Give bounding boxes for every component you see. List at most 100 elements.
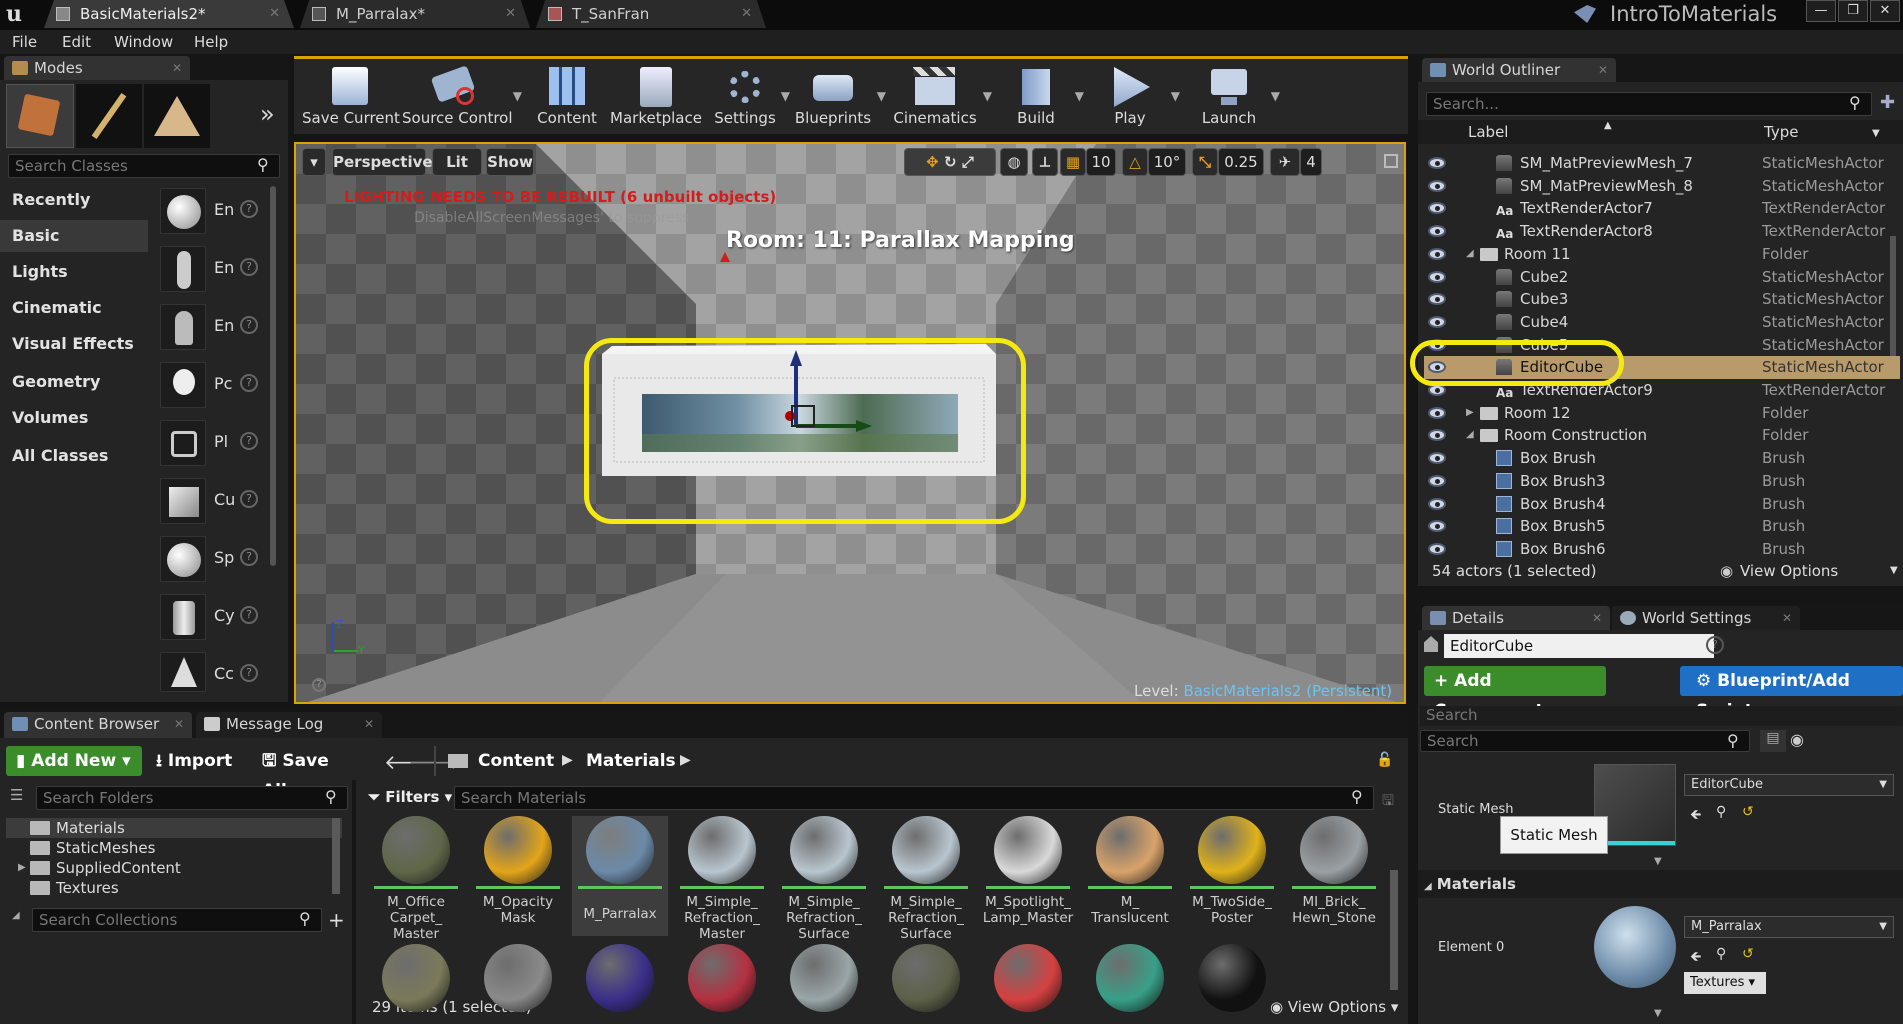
asset-tile[interactable]: M_Simple_ Refraction_ Surface — [776, 816, 872, 942]
camera-speed-value[interactable]: 4 — [1300, 148, 1322, 176]
save-search-icon[interactable]: 🖫 — [1382, 790, 1394, 814]
grid-snap-value[interactable]: 10 — [1086, 148, 1116, 176]
help-icon[interactable]: ? — [240, 490, 258, 508]
asset-tile[interactable]: M_TwoSide_ Poster — [1184, 816, 1280, 936]
show-button[interactable]: Show — [486, 148, 534, 176]
add-collection-icon[interactable]: + — [328, 908, 345, 932]
lock-icon[interactable]: ? — [1706, 636, 1724, 654]
reset-icon[interactable]: ↺ — [1742, 946, 1754, 962]
tab-modes[interactable]: Modes ✕ — [4, 56, 190, 80]
place-item-empty-character[interactable]: En ? — [160, 240, 270, 298]
play-button[interactable]: Play ▼ — [1102, 59, 1180, 131]
chevron-right-icon[interactable]: ▶ — [562, 752, 573, 768]
tab-world-settings[interactable]: World Settings ✕ — [1612, 606, 1800, 630]
blueprints-button[interactable]: Blueprints ▼ — [792, 59, 886, 131]
outliner-row[interactable]: Box Brush3 Brush — [1424, 470, 1900, 493]
tab-message-log[interactable]: Message Log ✕ — [196, 712, 382, 738]
visibility-eye-icon[interactable] — [1428, 452, 1446, 465]
close-icon[interactable]: ✕ — [364, 712, 374, 736]
search-folders-input[interactable]: Search Folders ⚲ — [36, 786, 348, 810]
close-icon[interactable]: ✕ — [1592, 606, 1602, 630]
use-selected-icon[interactable]: 🡸 — [1690, 804, 1701, 828]
collapse-icon[interactable]: ◢ — [12, 910, 20, 921]
reset-icon[interactable]: ↺ — [1742, 804, 1754, 820]
place-item-point-light[interactable]: Pc ? — [160, 356, 270, 414]
category-basic[interactable]: Basic — [0, 220, 148, 252]
build-button[interactable]: Build ▼ — [1006, 59, 1084, 131]
close-icon[interactable]: ✕ — [1782, 606, 1792, 630]
blueprint-add-script-button[interactable]: ⚙ Blueprint/Add Script — [1680, 666, 1903, 721]
outliner-row[interactable]: Cube4 StaticMeshActor — [1424, 311, 1900, 334]
place-item-sphere[interactable]: Sp ? — [160, 530, 270, 588]
perspective-button[interactable]: Perspective — [332, 148, 433, 176]
add-new-button[interactable]: ▮ Add New ▾ — [6, 746, 142, 776]
settings-button[interactable]: Settings ▼ — [710, 59, 790, 131]
close-icon[interactable]: ✕ — [172, 56, 182, 80]
doc-tab-material[interactable]: M_Parralax* ✕ — [300, 0, 530, 28]
material-thumbnail[interactable] — [1096, 944, 1164, 1012]
doc-tab-level[interactable]: BasicMaterials2* ✕ — [44, 0, 294, 28]
rotation-snap-icon[interactable]: △ — [1122, 148, 1148, 176]
asset-tile[interactable]: M_Simple_ Refraction_ Surface — [878, 816, 974, 942]
outliner-row[interactable]: ◢ Room 11 Folder — [1424, 243, 1900, 266]
visibility-eye-icon[interactable] — [1428, 474, 1446, 487]
chevron-down-icon[interactable]: ▼ — [1075, 89, 1084, 103]
category-volumes[interactable]: Volumes — [0, 402, 148, 434]
outliner-row[interactable]: ◢ Room Construction Folder — [1424, 424, 1900, 447]
help-icon[interactable]: ? — [240, 258, 258, 276]
view-options-button[interactable]: View Options — [1740, 556, 1838, 586]
material-thumbnail[interactable] — [586, 944, 654, 1012]
material-thumbnail[interactable] — [484, 944, 552, 1012]
marketplace-button[interactable]: Marketplace — [610, 59, 702, 131]
outliner-search-input[interactable]: Search... ⚲ — [1426, 92, 1872, 116]
help-icon[interactable]: ? — [240, 200, 258, 218]
help-icon[interactable]: ? — [240, 432, 258, 450]
visibility-eye-icon[interactable] — [1428, 202, 1446, 215]
outliner-row[interactable]: Box Brush Brush — [1424, 447, 1900, 470]
help-icon[interactable]: ? — [240, 374, 258, 392]
material-thumbnail[interactable] — [1594, 906, 1676, 988]
camera-speed-icon[interactable]: ✈ — [1270, 148, 1300, 176]
collapse-icon[interactable]: ◢ — [1466, 243, 1474, 265]
close-window-button[interactable]: ✕ — [1870, 0, 1900, 22]
chevron-down-icon[interactable]: ▼ — [1890, 556, 1898, 586]
category-visual-effects[interactable]: Visual Effects — [0, 328, 148, 360]
place-item-cone[interactable]: Cc ? — [160, 646, 270, 698]
visibility-eye-icon[interactable] — [1428, 270, 1446, 283]
lock-icon[interactable]: 🔓 — [1376, 752, 1393, 768]
asset-tile[interactable]: M_Parralax — [572, 816, 668, 936]
menu-file[interactable]: File — [12, 30, 37, 54]
chevron-right-icon[interactable]: ▶ — [1466, 402, 1474, 424]
visibility-eye-icon[interactable] — [1428, 497, 1446, 510]
eye-icon[interactable]: ◉ — [1790, 730, 1804, 749]
search-assets-input[interactable]: Search Materials ⚲ — [454, 786, 1374, 810]
chevron-down-icon[interactable]: ▼ — [1171, 89, 1180, 103]
material-thumbnail[interactable] — [688, 944, 756, 1012]
material-thumbnail[interactable] — [1198, 944, 1266, 1012]
place-item-empty-actor[interactable]: En ? — [160, 182, 270, 240]
outliner-row[interactable]: Cube3 StaticMeshActor — [1424, 288, 1900, 311]
filters-button[interactable]: ⏷ Filters ▾ — [368, 788, 452, 806]
asset-tile[interactable]: M_Opacity Mask — [470, 816, 566, 936]
property-matrix-icon[interactable]: ▤ — [1760, 730, 1786, 752]
place-item-empty-pawn[interactable]: En ? — [160, 298, 270, 356]
outliner-row[interactable]: Box Brush5 Brush — [1424, 515, 1900, 538]
chevron-down-icon[interactable]: ▼ — [1271, 89, 1280, 103]
cinematics-button[interactable]: Cinematics ▼ — [890, 59, 992, 131]
expand-icon[interactable]: ▼ — [1654, 856, 1662, 867]
outliner-row[interactable]: Box Brush4 Brush — [1424, 493, 1900, 516]
help-icon[interactable]: ? — [240, 606, 258, 624]
breadcrumb-content[interactable]: Content — [478, 746, 558, 776]
visibility-eye-icon[interactable] — [1428, 406, 1446, 419]
chevron-down-icon[interactable]: ▼ — [513, 89, 522, 103]
more-modes-icon[interactable]: » — [260, 100, 275, 128]
material-thumbnail[interactable] — [994, 944, 1062, 1012]
visibility-eye-icon[interactable] — [1428, 293, 1446, 306]
outliner-row[interactable]: Aa TextRenderActor8 TextRenderActor — [1424, 220, 1900, 243]
visibility-eye-icon[interactable] — [1428, 520, 1446, 533]
landscape-mode-button[interactable] — [144, 84, 210, 148]
world-local-icon[interactable]: ◍ — [1000, 148, 1028, 176]
search-classes-input[interactable]: Search Classes ⚲ — [8, 154, 280, 178]
scale-snap-icon[interactable]: ⤡ — [1192, 148, 1218, 176]
close-icon[interactable]: ✕ — [174, 712, 184, 736]
